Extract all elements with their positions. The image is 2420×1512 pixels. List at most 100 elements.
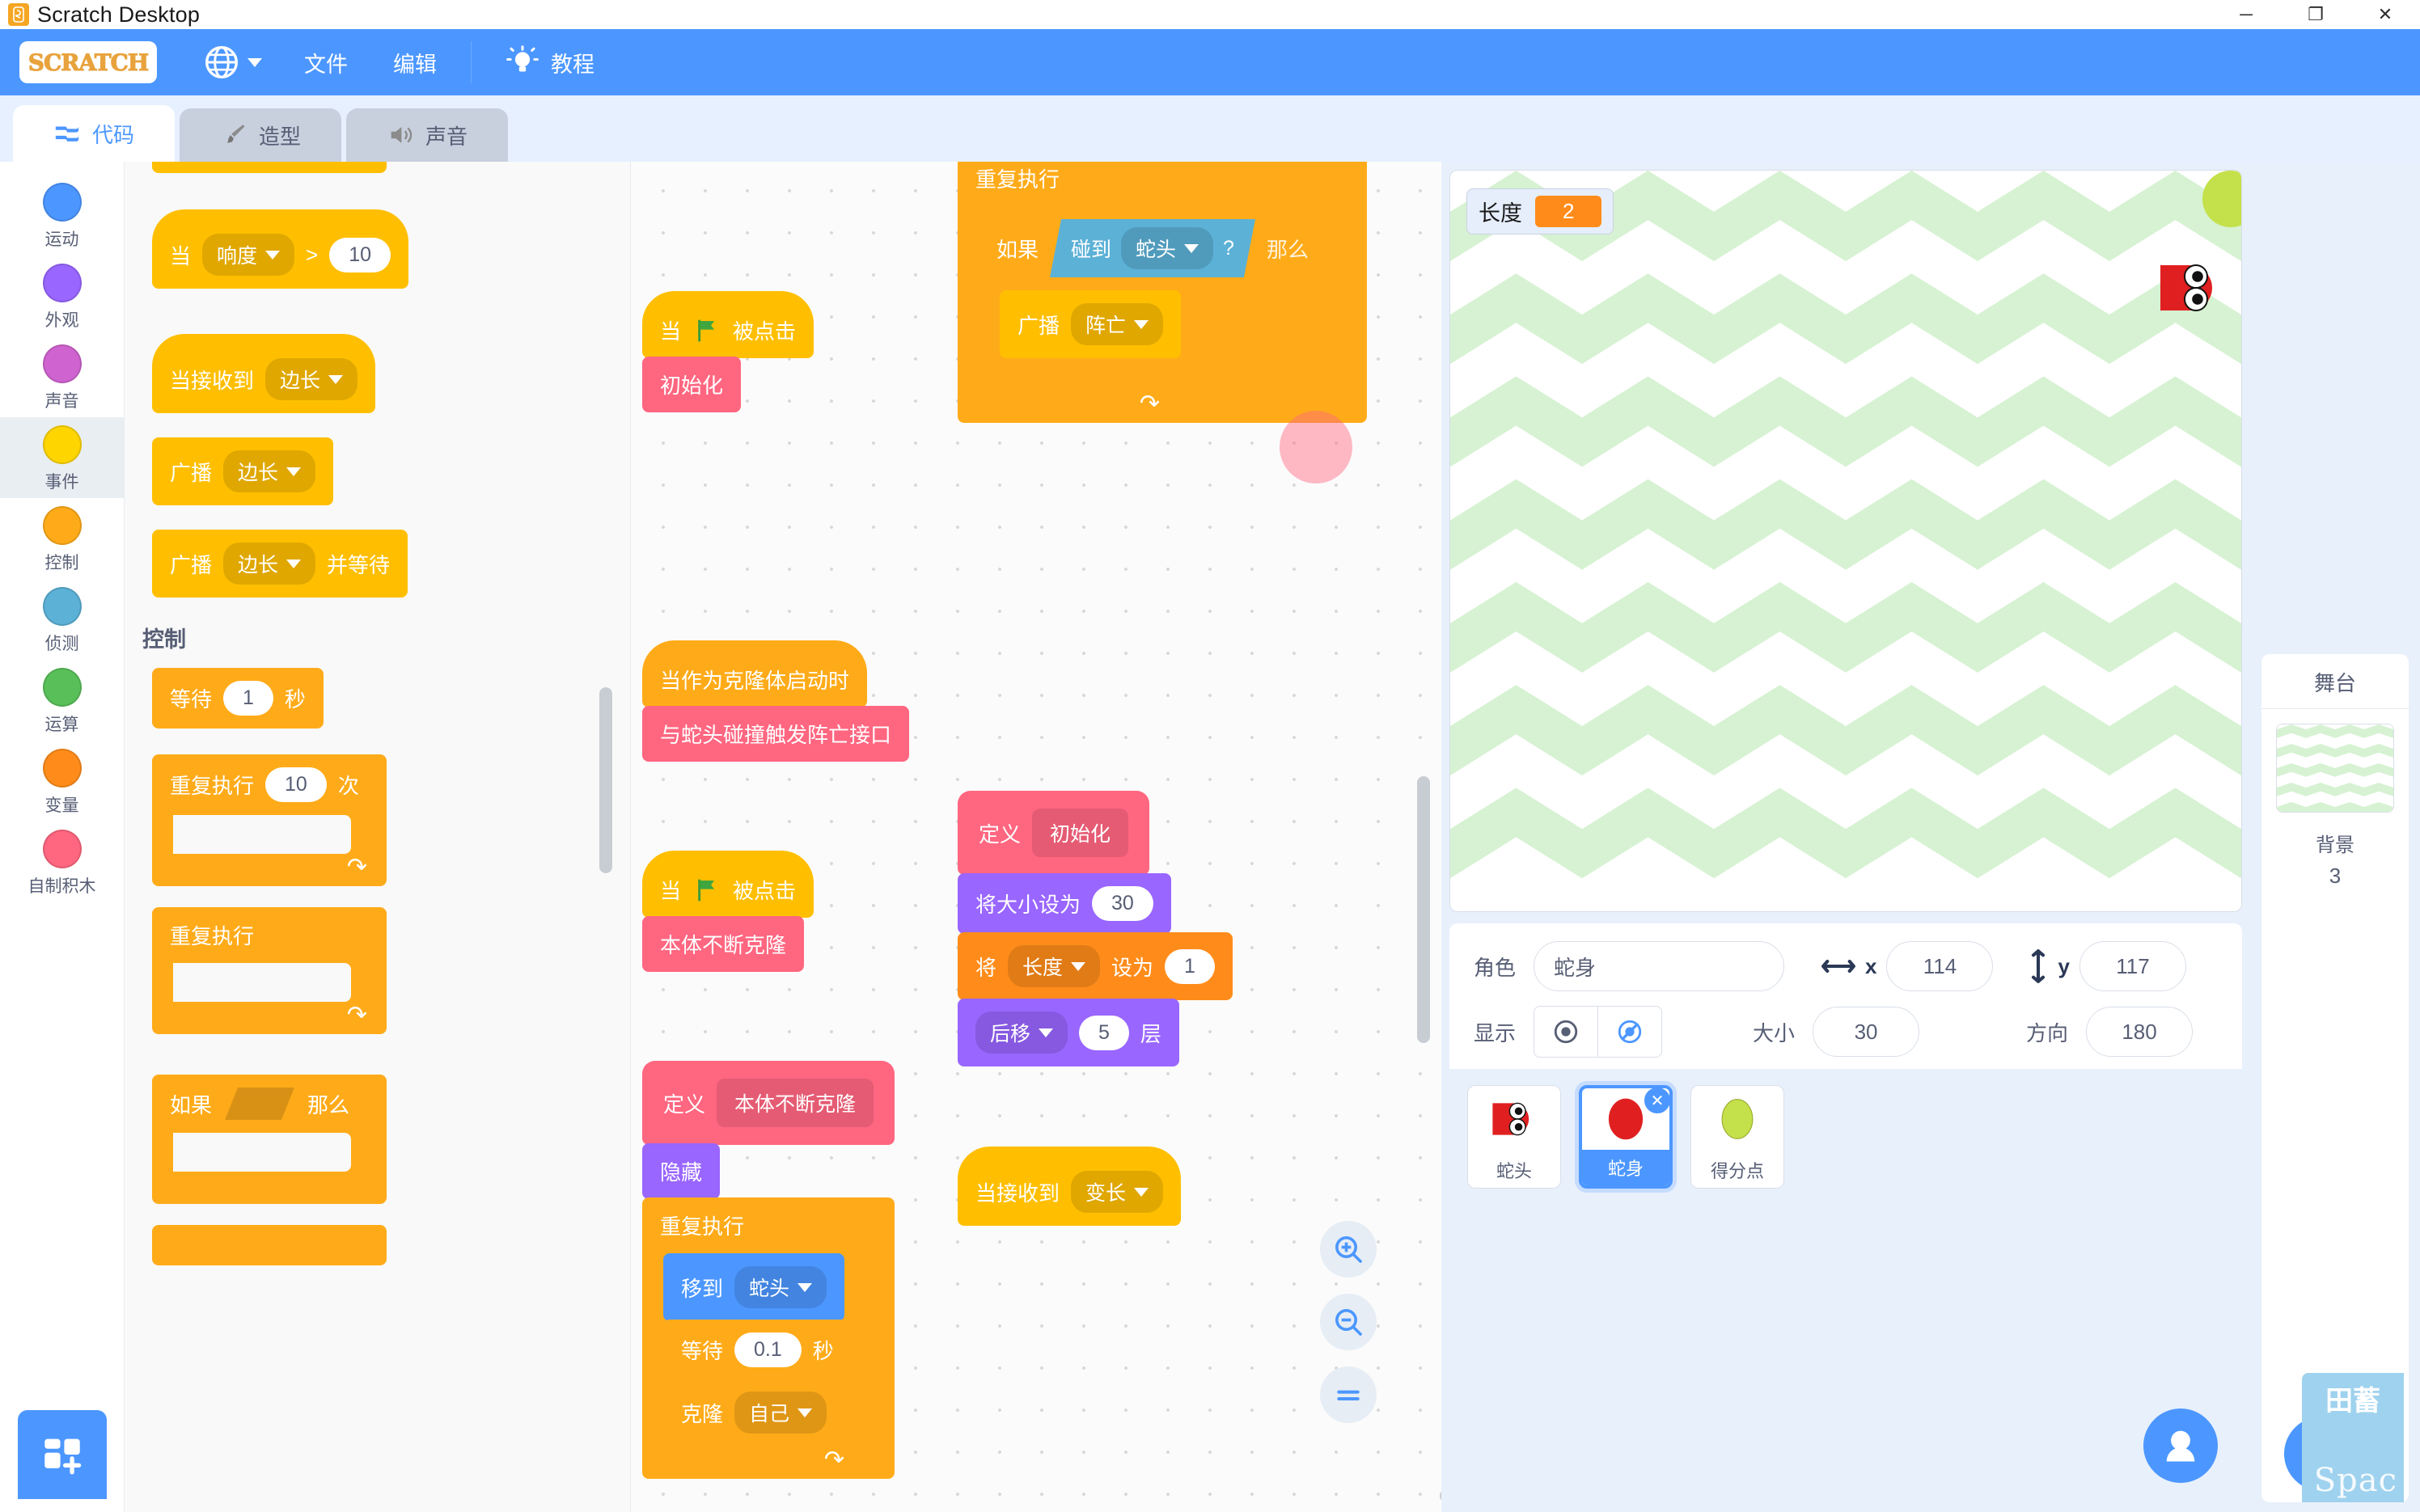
palette-block-forever[interactable]: 重复执行 ↷ [152,907,387,1034]
go-to-target-dropdown[interactable]: 蛇头 [734,1266,827,1308]
category-my-blocks[interactable]: 自制积木 [0,821,125,902]
category-variables[interactable]: 变量 [0,741,125,821]
close-button[interactable]: ✕ [2350,0,2420,29]
category-motion[interactable]: 运动 [0,175,125,256]
wrap-forever[interactable]: 重复执行 移到 蛇头 等待 0.1 秒 克隆 自己 ↷ [642,1197,895,1479]
define-hat-init[interactable]: 定义 初始化 [958,791,1150,875]
category-sound[interactable]: 声音 [0,336,125,417]
add-extension-button[interactable] [18,1410,107,1499]
sprite-size-input[interactable]: 30 [1813,1007,1920,1057]
menu-item-file[interactable]: 文件 [281,29,370,95]
set-variable-input[interactable]: 1 [1165,948,1215,984]
define-hat-keep-cloning[interactable]: 定义 本体不断克隆 [642,1061,895,1145]
touching-target-dropdown[interactable]: 蛇头 [1121,227,1213,269]
sprite-name-input[interactable]: 蛇身 [1534,941,1785,991]
hat-when-flag-clicked-2[interactable]: 当 被点击 [642,851,814,918]
loudness-threshold-input[interactable]: 10 [329,237,391,272]
layer-direction-dropdown[interactable]: 后移 [975,1012,1068,1054]
code-workspace[interactable]: 当 被点击 初始化 当作为克隆体启动时 与蛇头碰撞触发阵亡接口 当 被点击 本体… [631,162,1441,1512]
stack-go-to[interactable]: 移到 蛇头 [663,1253,845,1321]
stack-go-layers[interactable]: 后移 5 层 [958,999,1179,1066]
menu-item-tutorials[interactable]: 教程 [483,29,617,95]
stack-wait[interactable]: 等待 0.1 秒 [663,1320,852,1380]
wait-seconds-input[interactable]: 1 [223,681,273,716]
stage[interactable]: 长度 2 [1449,170,2242,912]
variable-monitor-length[interactable]: 长度 2 [1466,188,1614,234]
broadcast-wait-dropdown[interactable]: 边长 [223,543,316,585]
hide-sprite-button[interactable] [1598,1007,1661,1057]
category-operators[interactable]: 运算 [0,660,125,741]
zoom-reset-button[interactable] [1320,1366,1377,1423]
script-flag-clone[interactable]: 当 被点击 本体不断克隆 [642,851,814,972]
broadcast-dropdown[interactable]: 边长 [223,450,316,492]
stack-call-collide-death[interactable]: 与蛇头碰撞触发阵亡接口 [642,706,910,762]
tab-costumes[interactable]: 造型 [180,108,341,162]
sensing-touching-block[interactable]: 碰到 蛇头 ? [1050,219,1255,277]
loudness-dropdown[interactable]: 响度 [202,234,295,276]
palette-block-broadcast[interactable]: 广播 边长 [152,437,334,505]
sprite-x-input[interactable]: 114 [1886,941,1994,991]
script-clone-start[interactable]: 当作为克隆体启动时 与蛇头碰撞触发阵亡接口 [642,640,910,762]
menu-item-edit[interactable]: 编辑 [370,29,459,95]
sprite-y-input[interactable]: 117 [2079,941,2186,991]
stack-call-init[interactable]: 初始化 [642,357,742,412]
zoom-in-button[interactable] [1320,1221,1377,1278]
palette-block-if-then[interactable]: 如果 那么 [152,1075,387,1204]
maximize-button[interactable]: ❐ [2281,0,2350,29]
category-looks[interactable]: 外观 [0,256,125,336]
add-sprite-button[interactable] [2143,1409,2218,1483]
palette-block-when-loudness[interactable]: 当 响度 > 10 [152,209,409,289]
wrap-if-then[interactable]: 如果 碰到 蛇头 ? 那么 广播 阵亡 [979,206,1367,391]
palette-block-partial[interactable] [152,162,387,173]
tab-code[interactable]: 代码 [13,105,175,162]
zoom-out-button[interactable] [1320,1294,1377,1350]
condition-slot[interactable] [225,1088,294,1120]
sprite-card-snake-head[interactable]: 蛇头 [1467,1085,1561,1189]
palette-block-broadcast-wait[interactable]: 广播 边长 并等待 [152,530,408,598]
stage-selector-panel[interactable]: 舞台 背景 3 田蓄 Spac [2261,653,2409,1502]
script-when-receive-grow[interactable]: 当接收到 变长 [958,1147,1182,1226]
sprite-card-snake-body[interactable]: ✕ 蛇身 [1579,1085,1673,1189]
stack-call-keep-cloning[interactable]: 本体不断克隆 [642,916,805,972]
category-events[interactable]: 事件 [0,417,125,498]
palette-block-when-receive[interactable]: 当接收到 边长 [152,334,376,413]
backdrop-thumbnail[interactable] [2276,723,2394,813]
palette-block-partial-bottom[interactable] [152,1225,387,1265]
clone-target-dropdown[interactable]: 自己 [734,1392,827,1434]
block-palette[interactable]: 当 响度 > 10 当接收到 边长 广播 边长 广播 边长 并等待 控制 等待 … [125,162,631,1512]
message-dropdown[interactable]: 边长 [265,358,358,400]
category-sensing[interactable]: 侦测 [0,579,125,660]
wrap-forever-2[interactable]: 重复执行 如果 碰到 蛇头 ? 那么 广播 阵亡 ↷ [958,162,1367,423]
palette-block-repeat[interactable]: 重复执行 10 次 ↷ [152,754,387,886]
receive-message-dropdown[interactable]: 变长 [1071,1171,1164,1213]
script-flag-init[interactable]: 当 被点击 初始化 [642,291,814,412]
palette-block-wait[interactable]: 等待 1 秒 [152,668,324,729]
variable-dropdown[interactable]: 长度 [1008,945,1101,987]
layer-count-input[interactable]: 5 [1079,1015,1129,1050]
stack-create-clone[interactable]: 克隆 自己 [663,1379,845,1447]
minimize-button[interactable]: ─ [2211,0,2281,29]
wait-seconds-input[interactable]: 0.1 [734,1333,802,1367]
hat-when-receive-grow[interactable]: 当接收到 变长 [958,1147,1182,1226]
language-menu[interactable] [184,44,281,80]
hat-when-clone-start[interactable]: 当作为克隆体启动时 [642,640,868,707]
stack-set-variable[interactable]: 将 长度 设为 1 [958,932,1233,1000]
tab-sounds[interactable]: 声音 [346,108,508,162]
broadcast-message-dropdown[interactable]: 阵亡 [1071,303,1164,345]
script-forever-if[interactable]: 重复执行 如果 碰到 蛇头 ? 那么 广播 阵亡 ↷ [958,162,1367,484]
workspace-horizontal-scrollbar[interactable] [1440,1489,1441,1502]
set-size-input[interactable]: 30 [1092,886,1153,921]
scratch-logo[interactable]: SCRATCH [19,41,157,83]
delete-sprite-icon[interactable]: ✕ [1642,1088,1669,1116]
stack-set-size[interactable]: 将大小设为 30 [958,873,1171,934]
palette-scrollbar[interactable] [599,687,612,873]
stack-hide[interactable]: 隐藏 [642,1143,721,1199]
sprite-card-score-point[interactable]: 得分点 [1690,1085,1784,1189]
script-define-init[interactable]: 定义 初始化 将大小设为 30 将 长度 设为 1 后移 5 层 [958,791,1233,1066]
repeat-count-input[interactable]: 10 [265,767,327,802]
script-define-clone[interactable]: 定义 本体不断克隆 隐藏 重复执行 移到 蛇头 等待 0.1 秒 克隆 自己 ↷ [642,1061,895,1479]
show-sprite-button[interactable] [1534,1007,1597,1057]
sprite-direction-input[interactable]: 180 [2086,1007,2194,1057]
hat-when-flag-clicked[interactable]: 当 被点击 [642,291,814,358]
category-control[interactable]: 控制 [0,498,125,579]
